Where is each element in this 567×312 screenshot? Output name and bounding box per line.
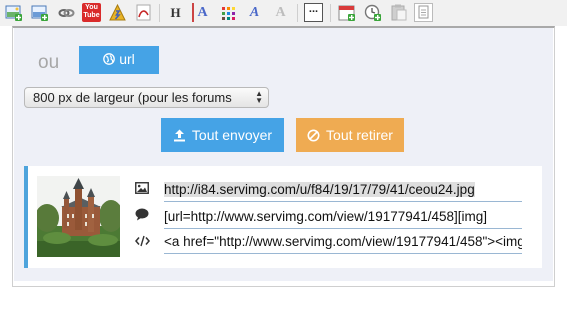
youtube-text-bottom: Tube <box>83 12 100 19</box>
toolbar-separator <box>330 4 331 22</box>
document-icon[interactable] <box>414 3 433 22</box>
link-icon[interactable] <box>57 3 76 22</box>
upload-icon <box>173 129 185 141</box>
calendar-icon[interactable] <box>337 3 356 22</box>
pdf-icon[interactable] <box>134 3 153 22</box>
font-style-icon[interactable]: A <box>245 3 264 22</box>
send-all-button[interactable]: Tout envoyer <box>161 118 284 152</box>
size-select[interactable]: 800 px de largeur (pour les forums ▲ ▼ <box>24 87 269 108</box>
bbcode-link-value: [url=http://www.servimg.com/view/1917794… <box>164 209 488 224</box>
clear-format-icon[interactable]: A <box>271 3 290 22</box>
clock-icon[interactable] <box>363 3 382 22</box>
paste-icon[interactable] <box>389 3 408 22</box>
html-link-field[interactable]: <a href="http://www.servimg.com/view/191… <box>164 233 522 254</box>
castle-photo[interactable] <box>37 176 120 257</box>
editor-toolbar: You Tube H A A A ... <box>0 0 567 27</box>
ban-icon <box>307 129 320 141</box>
send-all-label: Tout envoyer <box>191 127 273 143</box>
html-link-value: <a href="http://www.servimg.com/view/191… <box>164 234 522 249</box>
tab-url-label: url <box>119 51 135 67</box>
flash-icon[interactable] <box>108 3 127 22</box>
bbcode-link-field[interactable]: [url=http://www.servimg.com/view/1917794… <box>164 208 522 229</box>
comment-icon <box>135 208 151 222</box>
upload-image-icon[interactable] <box>30 3 49 22</box>
select-arrows-icon: ▲ ▼ <box>255 89 263 105</box>
toolbar-separator <box>159 4 160 22</box>
youtube-icon[interactable]: You Tube <box>82 3 101 22</box>
add-image-icon[interactable] <box>4 3 23 22</box>
direct-link-field[interactable]: http://i84.servimg.com/u/f84/19/17/79/41… <box>164 181 522 202</box>
youtube-text-top: You <box>85 4 98 11</box>
globe-icon <box>103 53 116 65</box>
size-select-value: 800 px de largeur (pour les forums <box>33 90 232 105</box>
heading-icon[interactable]: H <box>166 3 185 22</box>
font-size-icon[interactable]: A <box>192 3 211 22</box>
remove-all-label: Tout retirer <box>326 127 393 143</box>
image-icon <box>135 181 151 195</box>
more-icon[interactable]: ... <box>304 3 323 22</box>
tab-url[interactable]: url <box>79 46 159 74</box>
code-icon <box>135 234 151 248</box>
tab-ou[interactable]: ou <box>38 52 59 74</box>
direct-link-value: http://i84.servimg.com/u/f84/19/17/79/41… <box>164 182 475 197</box>
remove-all-button[interactable]: Tout retirer <box>296 118 404 152</box>
color-grid-icon[interactable] <box>219 3 238 22</box>
toolbar-separator <box>297 4 298 22</box>
